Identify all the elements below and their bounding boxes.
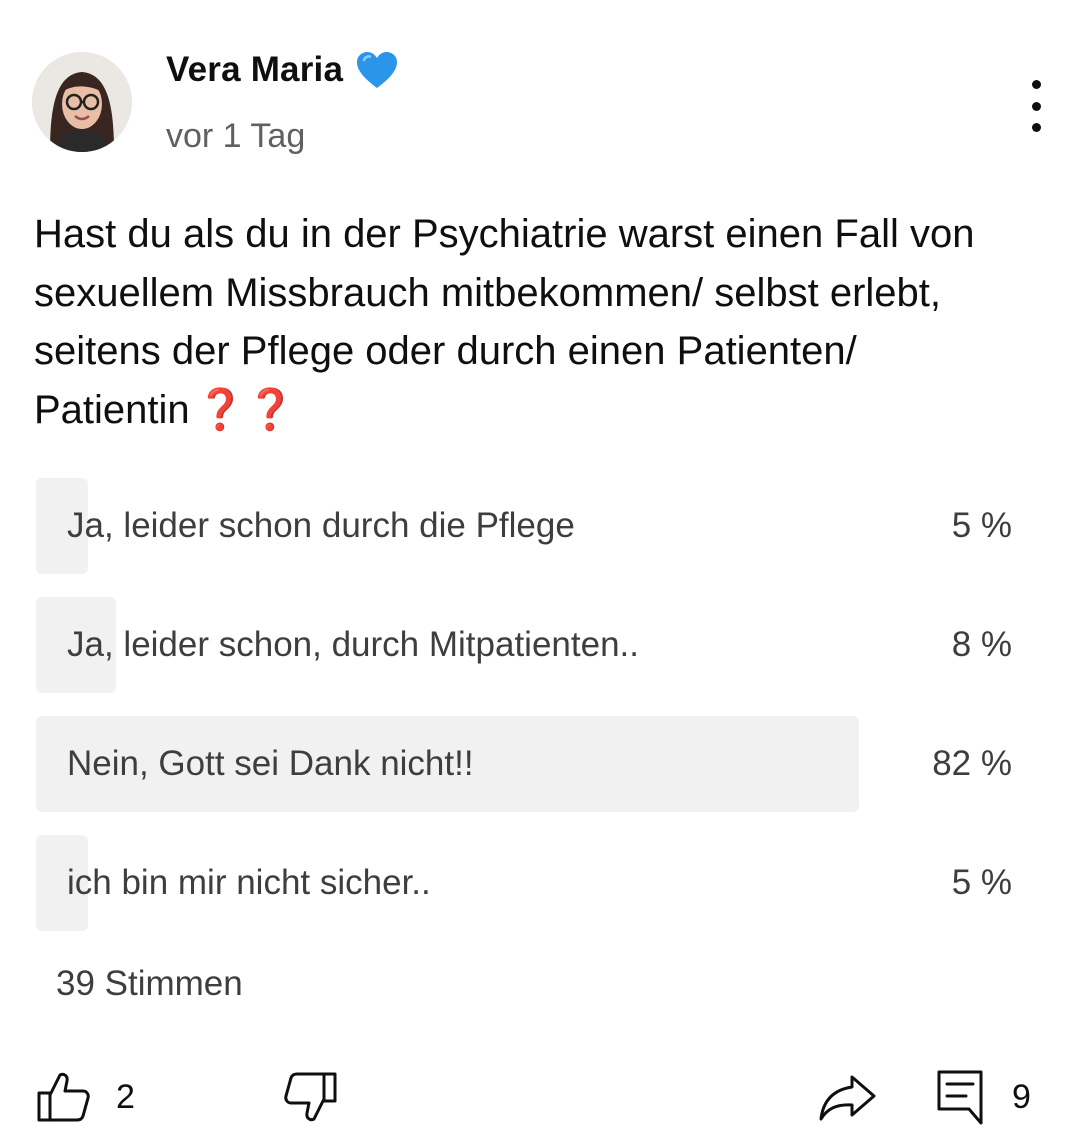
post-time: vor 1 Tag — [166, 117, 306, 155]
poll-option-label: Ja, leider schon, durch Mitpatienten.. — [67, 625, 639, 664]
like-button[interactable]: 2 — [36, 1062, 135, 1132]
post-text: Hast du als du in der Psychiatrie warst … — [34, 205, 1044, 439]
comment-icon — [936, 1069, 984, 1125]
blue-heart-icon — [355, 50, 399, 90]
post-question: Hast du als du in der Psychiatrie warst … — [34, 212, 975, 432]
poll-option[interactable]: Ja, leider schon, durch Mitpatienten.. 8… — [36, 597, 1040, 693]
poll-option-percent: 5 % — [951, 506, 1012, 545]
poll-option[interactable]: ich bin mir nicht sicher.. 5 % — [36, 835, 1040, 931]
thumbs-down-icon — [282, 1069, 338, 1125]
question-mark-emoji: ❓❓ — [195, 387, 296, 432]
share-button[interactable] — [818, 1062, 878, 1132]
author-row: Vera Maria — [166, 50, 399, 90]
comment-count: 9 — [1012, 1077, 1031, 1116]
avatar-image — [32, 52, 132, 152]
poll-option-label: ich bin mir nicht sicher.. — [67, 863, 431, 902]
vote-count: 39 Stimmen — [56, 964, 243, 1003]
community-post: Vera Maria vor 1 Tag Hast du als du in d… — [0, 0, 1080, 1147]
poll-option-label: Nein, Gott sei Dank nicht!! — [67, 744, 474, 783]
more-vertical-icon[interactable] — [1014, 76, 1058, 136]
thumbs-up-icon — [36, 1069, 92, 1125]
poll-option-label: Ja, leider schon durch die Pflege — [67, 506, 575, 545]
author-name[interactable]: Vera Maria — [166, 50, 343, 90]
poll-option-percent: 5 % — [951, 863, 1012, 902]
share-icon — [818, 1069, 878, 1125]
poll-option[interactable]: Ja, leider schon durch die Pflege 5 % — [36, 478, 1040, 574]
comments-button[interactable]: 9 — [936, 1062, 1031, 1132]
avatar[interactable] — [32, 52, 132, 152]
dislike-button[interactable] — [282, 1062, 338, 1132]
poll-option[interactable]: Nein, Gott sei Dank nicht!! 82 % — [36, 716, 1040, 812]
like-count: 2 — [116, 1077, 135, 1116]
poll-option-percent: 8 % — [951, 625, 1012, 664]
poll-option-percent: 82 % — [932, 744, 1012, 783]
